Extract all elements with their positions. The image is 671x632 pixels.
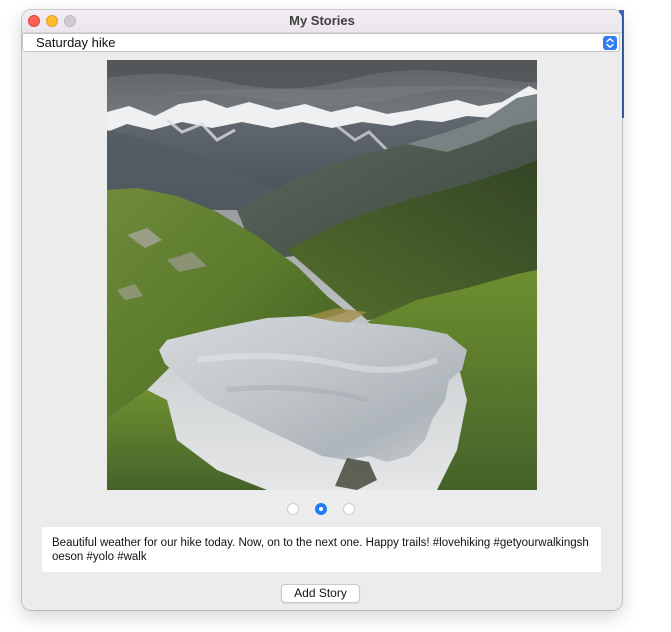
add-story-button[interactable]: Add Story [281,584,360,603]
window-title: My Stories [289,13,355,28]
photo-pager [22,502,622,518]
story-selector-popup[interactable]: Saturday hike [22,33,620,52]
chevron-up-down-icon [603,36,617,50]
pager-dot-2-selected[interactable] [315,503,327,515]
app-window: My Stories Saturday hike Beautiful weath… [22,10,622,610]
pager-dot-3[interactable] [343,503,355,515]
story-photo [107,60,537,490]
story-caption: Beautiful weather for our hike today. No… [42,527,601,572]
story-selector-value: Saturday hike [36,35,116,50]
title-bar[interactable]: My Stories [22,10,622,33]
pager-dot-1[interactable] [287,503,299,515]
